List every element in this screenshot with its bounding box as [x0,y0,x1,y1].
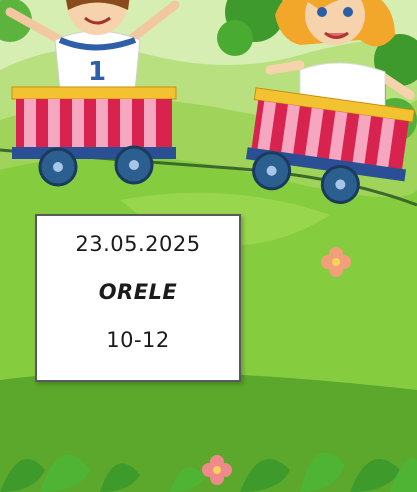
event-date: 23.05.2025 [75,232,201,256]
wagon-top-trim [11,86,177,100]
tree-foliage [217,20,253,56]
right-child-eye [317,7,327,17]
right-child-mouth [324,31,349,39]
info-card: 23.05.2025 ORELE 10-12 [35,214,241,382]
event-time: 10-12 [106,328,170,352]
right-child-eye [343,7,353,17]
wagon-wheel-hub [53,162,63,172]
wagon-wheel-hub [129,160,139,170]
event-title: ORELE [98,280,178,304]
right-child-arm [265,60,305,75]
shirt-number: 1 [88,57,106,87]
